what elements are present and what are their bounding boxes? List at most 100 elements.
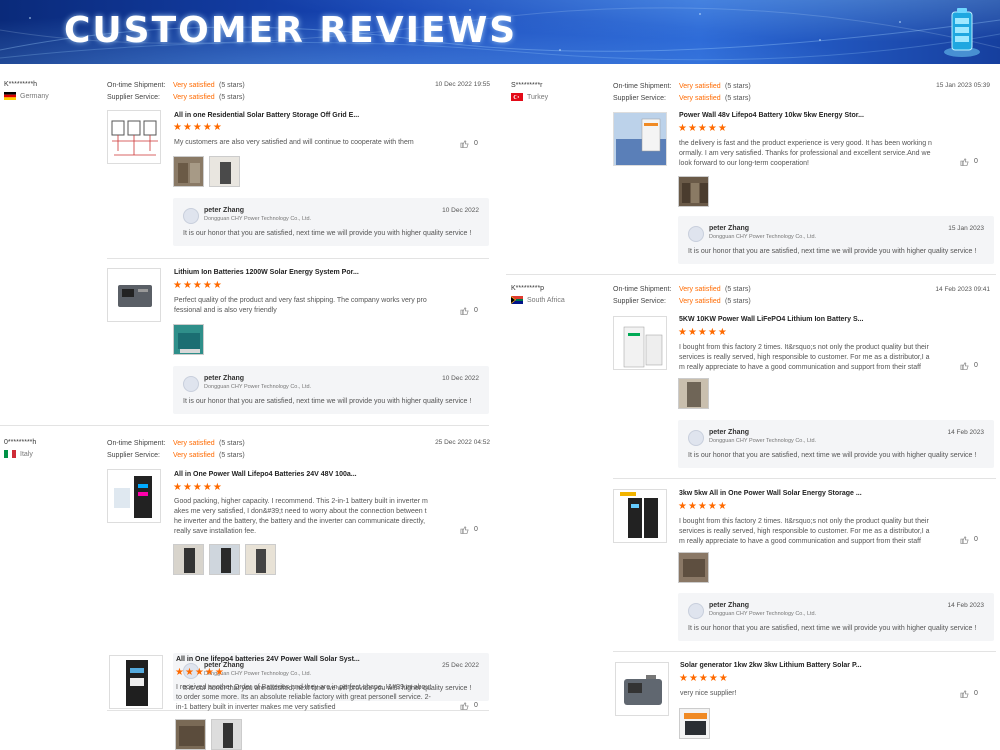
review-star-rating: ★★★★★ [173, 482, 223, 493]
review-photos [678, 176, 709, 207]
reviewer-country: Turkey [511, 93, 548, 101]
review-star-rating: ★★★★★ [678, 123, 728, 134]
divider [506, 274, 996, 275]
product-title-link[interactable]: Power Wall 48v Lifepo4 Battery 10kw 5kw … [679, 112, 864, 119]
reviewer-country: South Africa [511, 296, 565, 304]
product-thumbnail[interactable] [615, 662, 669, 716]
product-thumbnail[interactable] [107, 469, 161, 523]
thumbs-up-icon [460, 526, 469, 534]
like-button[interactable]: 0 [460, 525, 478, 534]
product-thumbnail[interactable] [613, 112, 667, 166]
reply-message: It is our honor that you are satisfied, … [183, 398, 472, 405]
reply-date: 10 Dec 2022 [442, 207, 479, 214]
reply-author: peter Zhang [204, 375, 245, 382]
rating-summary: On-time Shipment: Very satisfied (5 stars)… [107, 82, 245, 101]
like-button[interactable]: 0 [960, 535, 978, 544]
review-photo[interactable] [211, 719, 242, 750]
review-photo[interactable] [679, 708, 710, 739]
seller-reply: peter Zhang Dongguan CHY Power Technolog… [678, 420, 994, 468]
avatar [688, 603, 704, 619]
rating-summary: On-time Shipment: Very satisfied (5 stars)… [613, 83, 751, 102]
like-button[interactable]: 0 [960, 689, 978, 698]
reviewer-country: Italy [4, 450, 36, 458]
review-photo[interactable] [175, 719, 206, 750]
reply-date: 14 Feb 2023 [947, 602, 984, 609]
review-photos [679, 708, 710, 739]
review-star-rating: ★★★★★ [175, 667, 225, 678]
review-photo[interactable] [245, 544, 276, 575]
review-text: the delivery is fast and the product exp… [679, 140, 932, 167]
reply-date: 14 Feb 2023 [947, 429, 984, 436]
review-star-rating: ★★★★★ [678, 501, 728, 512]
reply-message: It is our honor that you are satisfied, … [688, 452, 977, 459]
review-photos [175, 719, 242, 750]
reply-company: Dongguan CHY Power Technology Co., Ltd. [204, 384, 312, 390]
avatar [183, 376, 199, 392]
review-text: Good packing, higher capacity. I recomme… [174, 498, 428, 535]
review-text: Perfect quality of the product and very … [174, 297, 427, 314]
reply-author: peter Zhang [709, 225, 750, 232]
reviewer-info: K*********p South Africa [511, 285, 565, 304]
reviewer-name: S*********r [511, 82, 543, 89]
review-photo[interactable] [209, 156, 240, 187]
reply-message: It is our honor that you are satisfied, … [688, 625, 977, 632]
divider [0, 425, 489, 426]
review-text: very nice supplier! [680, 690, 737, 697]
review-star-rating: ★★★★★ [678, 327, 728, 338]
product-title-link[interactable]: All in one Residential Solar Battery Sto… [174, 112, 359, 119]
south-africa-flag-icon [511, 296, 523, 304]
reply-message: It is our honor that you are satisfied, … [688, 248, 977, 255]
product-title-link[interactable]: 3kw 5kw All in One Power Wall Solar Ener… [679, 490, 862, 497]
reply-company: Dongguan CHY Power Technology Co., Ltd. [709, 611, 817, 617]
like-button[interactable]: 0 [960, 361, 978, 370]
product-thumbnail[interactable] [107, 110, 161, 164]
product-title-link[interactable]: Solar generator 1kw 2kw 3kw Lithium Batt… [680, 662, 862, 669]
reply-company: Dongguan CHY Power Technology Co., Ltd. [204, 216, 312, 222]
thumbs-up-icon [460, 140, 469, 148]
reply-author: peter Zhang [709, 602, 750, 609]
italy-flag-icon [4, 450, 16, 458]
review-text: I bought from this factory 2 times. It&r… [679, 344, 930, 371]
review-photo[interactable] [173, 156, 204, 187]
review-text: My customers are also very satisfied and… [174, 139, 414, 146]
review-photo[interactable] [173, 544, 204, 575]
like-button[interactable]: 0 [960, 157, 978, 166]
thumbs-up-icon [960, 690, 969, 698]
reply-date: 25 Dec 2022 [442, 662, 479, 669]
like-button[interactable]: 0 [460, 701, 478, 710]
reviewer-name: K*********h [4, 81, 38, 88]
review-photo[interactable] [209, 544, 240, 575]
review-photos [678, 378, 709, 409]
review-date: 25 Dec 2022 04:52 [435, 439, 490, 446]
reply-author: peter Zhang [204, 207, 245, 214]
reply-message: It is our honor that you are satisfied, … [183, 230, 472, 237]
thumbs-up-icon [460, 702, 469, 710]
rating-summary: On-time Shipment: Very satisfied (5 stars)… [613, 286, 751, 305]
product-thumbnail[interactable] [107, 268, 161, 322]
product-thumbnail[interactable] [613, 489, 667, 543]
like-button[interactable]: 0 [460, 306, 478, 315]
seller-reply: peter Zhang Dongguan CHY Power Technolog… [173, 198, 489, 246]
product-thumbnail[interactable] [613, 316, 667, 370]
reply-date: 10 Dec 2022 [442, 375, 479, 382]
review-text: I bought from this factory 2 times. It&r… [679, 518, 930, 545]
reviewer-info: S*********r Turkey [511, 82, 548, 101]
product-title-link[interactable]: All in One Power Wall Lifepo4 Batteries … [174, 471, 357, 478]
battery-icon [944, 8, 980, 57]
product-title-link[interactable]: All in One lifepo4 batteries 24V Power W… [176, 656, 360, 663]
avatar [688, 226, 704, 242]
like-button[interactable]: 0 [460, 139, 478, 148]
reviewer-country: Germany [4, 92, 49, 100]
review-photo[interactable] [678, 378, 709, 409]
product-title-link[interactable]: 5KW 10KW Power Wall LiFePO4 Lithium Ion … [679, 316, 864, 323]
seller-reply: peter Zhang Dongguan CHY Power Technolog… [678, 593, 994, 641]
product-thumbnail[interactable] [109, 655, 163, 709]
review-photos [678, 552, 709, 583]
review-star-rating: ★★★★★ [679, 673, 729, 684]
review-photo[interactable] [678, 176, 709, 207]
product-title-link[interactable]: Lithium Ion Batteries 1200W Solar Energy… [174, 269, 359, 276]
avatar [183, 208, 199, 224]
review-photo[interactable] [678, 552, 709, 583]
review-photo[interactable] [173, 324, 204, 355]
review-star-rating: ★★★★★ [173, 280, 223, 291]
